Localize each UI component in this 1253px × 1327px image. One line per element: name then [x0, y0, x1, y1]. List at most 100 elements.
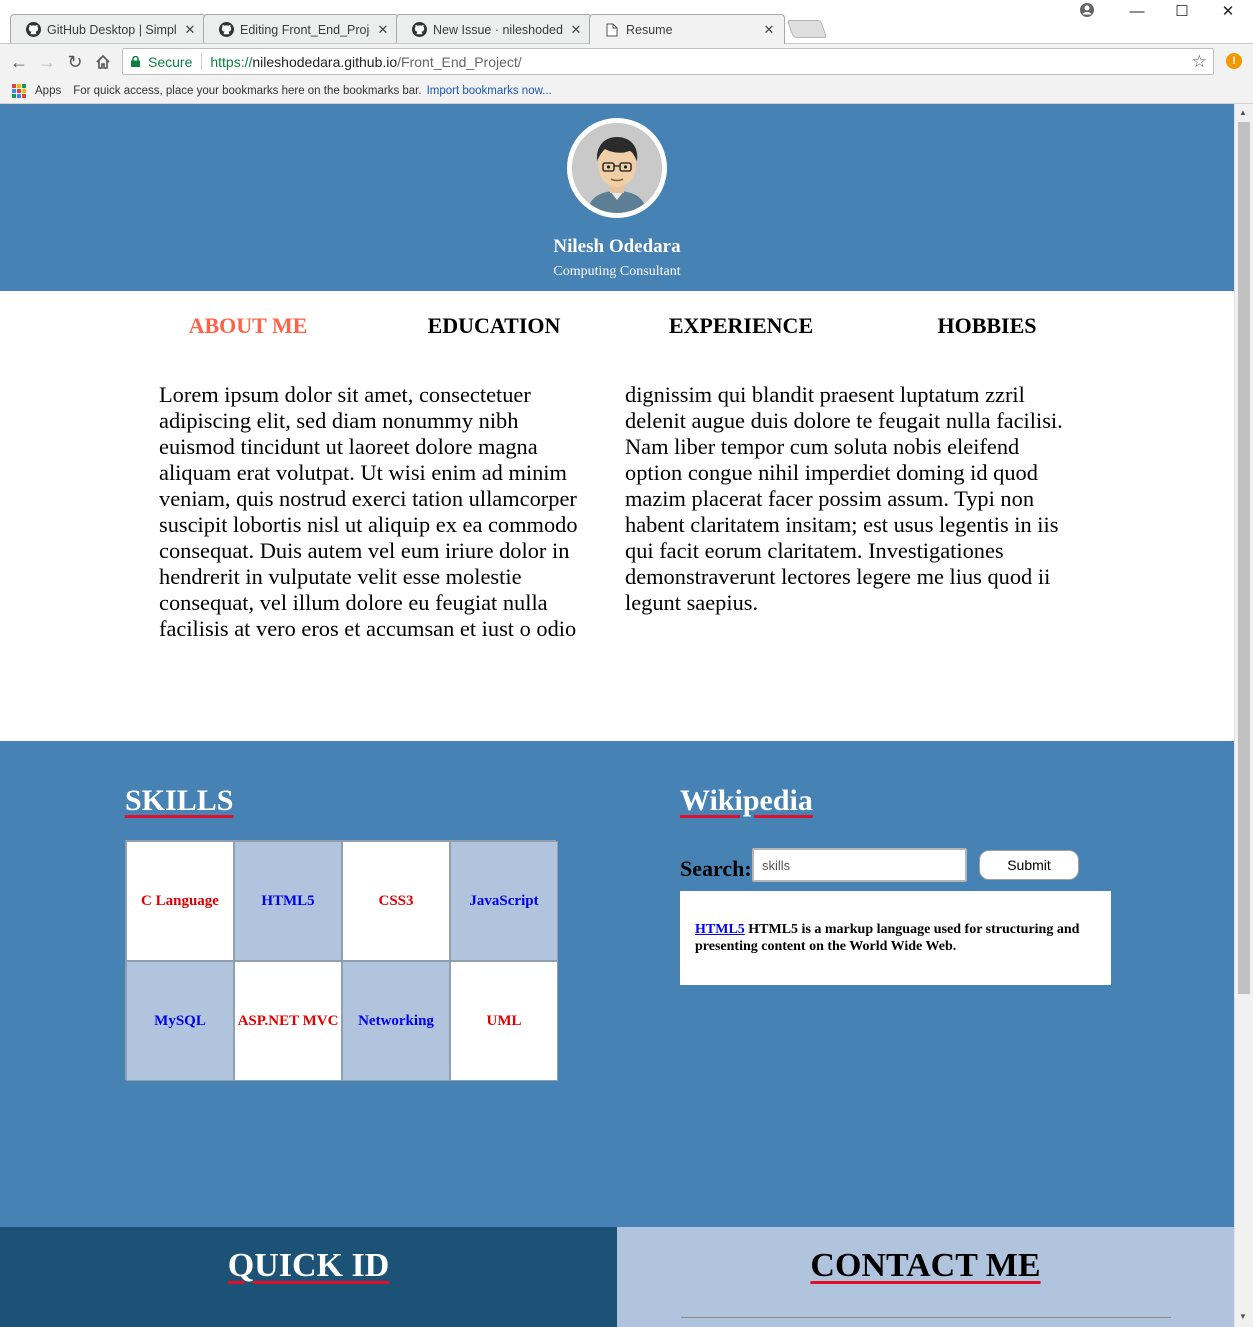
github-icon	[218, 22, 234, 38]
contact-section: CONTACT ME	[617, 1227, 1234, 1327]
skill-networking: Networking	[342, 961, 450, 1081]
contact-form-edge	[681, 1317, 1171, 1327]
profile-name: Nilesh Odedara	[553, 236, 681, 257]
minimize-icon[interactable]: —	[1114, 2, 1160, 22]
scroll-down-arrow-icon[interactable]: ▼	[1239, 1312, 1247, 1321]
github-icon	[411, 22, 427, 38]
skill-uml: UML	[450, 961, 558, 1081]
profile-header: Nilesh Odedara Computing Consultant	[0, 104, 1234, 291]
nav-about-me[interactable]: ABOUT ME	[148, 313, 348, 339]
about-line: Lorem ipsum dolor sit amet, consectetuer	[159, 382, 531, 407]
wikipedia-result-text: HTML5 is a markup language used for stru…	[695, 922, 1080, 954]
forward-arrow-icon[interactable]: →	[36, 51, 58, 73]
about-line: hendrerit in vulputate velit esse molest…	[159, 564, 522, 589]
nav-experience[interactable]: EXPERIENCE	[641, 313, 841, 339]
close-icon[interactable]: ✕	[376, 22, 390, 38]
search-label: Search:	[680, 856, 752, 881]
browser-tab-github-desktop[interactable]: GitHub Desktop | Simple ✕	[10, 14, 206, 44]
import-bookmarks-link[interactable]: Import bookmarks now...	[427, 85, 552, 97]
wikipedia-result: HTML5 HTML5 is a markup language used fo…	[680, 891, 1111, 985]
maximize-icon[interactable]: ☐	[1159, 2, 1205, 22]
about-line: consequat, vel illum dolore eu feugiat n…	[159, 590, 548, 615]
about-line: delenit augue duis dolore te feugait nul…	[625, 408, 1063, 433]
skill-javascript: JavaScript	[450, 841, 558, 961]
about-line: Nam liber tempor cum soluta nobis eleife…	[625, 434, 1020, 459]
skill-c-language: C Language	[126, 841, 234, 961]
skills-grid: C Language HTML5 CSS3 JavaScript MySQL A…	[125, 840, 558, 1081]
home-icon[interactable]	[92, 51, 114, 73]
back-arrow-icon[interactable]: ←	[8, 51, 30, 73]
address-bar[interactable]: Secure https://nileshodedara.github.io/F…	[122, 48, 1214, 75]
resume-page: Nilesh Odedara Computing Consultant ABOU…	[0, 104, 1234, 1327]
close-window-icon[interactable]: ✕	[1205, 2, 1251, 22]
avatar-cartoon-icon	[572, 123, 662, 213]
url-scheme: https://	[210, 53, 253, 70]
avatar	[567, 118, 667, 218]
update-alert-icon[interactable]: !	[1226, 53, 1242, 69]
reload-icon[interactable]: ↻	[64, 51, 86, 73]
browser-tab-resume[interactable]: Resume ✕	[589, 14, 785, 44]
bookmarks-bar: Apps For quick access, place your bookma…	[0, 78, 1253, 104]
bookmark-star-icon[interactable]: ☆	[1192, 52, 1207, 72]
scrollbar-thumb[interactable]	[1238, 122, 1250, 994]
url-host: nileshodedara.github.io	[252, 53, 398, 70]
tab-title: Editing Front_End_Projec	[240, 22, 370, 37]
close-icon[interactable]: ✕	[762, 22, 776, 38]
github-icon	[25, 22, 41, 38]
about-line: option congue nihil imperdiet doming id …	[625, 460, 1038, 485]
skill-html5: HTML5	[234, 841, 342, 961]
about-line: legunt saepius.	[625, 590, 759, 615]
secure-label: Secure	[148, 53, 193, 70]
page-icon	[604, 22, 620, 38]
skill-aspnet-mvc: ASP.NET MVC	[234, 961, 342, 1081]
nav-hobbies[interactable]: HOBBIES	[887, 313, 1087, 339]
url-text[interactable]: https://nileshodedara.github.io/Front_En…	[202, 54, 521, 70]
apps-link[interactable]: Apps	[35, 85, 61, 97]
wikipedia-title: Wikipedia	[680, 784, 813, 817]
about-line: qui facit eorum claritatem. Investigatio…	[625, 538, 1004, 563]
wikipedia-result-link[interactable]: HTML5	[695, 922, 745, 937]
about-line: suscipit lobortis nisl ut aliquip ex ea …	[159, 512, 578, 537]
profile-icon[interactable]	[1064, 2, 1110, 22]
about-line: aliquam erat volutpat. Ut wisi enim ad m…	[159, 460, 567, 485]
new-tab-button[interactable]	[786, 20, 828, 38]
apps-grid-icon[interactable]	[12, 83, 26, 98]
close-icon[interactable]: ✕	[569, 22, 583, 38]
about-column-right: dignissim qui blandit praesent luptatum …	[625, 382, 1075, 616]
about-line: mazim placerat facer possim assum. Typi …	[625, 486, 1035, 511]
contact-title: CONTACT ME	[810, 1247, 1041, 1284]
close-icon[interactable]: ✕	[183, 22, 197, 38]
about-line: veniam, quis nostrud exerci tation ullam…	[159, 486, 577, 511]
quick-id-section: QUICK ID	[0, 1227, 617, 1327]
about-line: facilisis at vero eros et accumsan et iu…	[159, 616, 577, 641]
browser-titlebar: GitHub Desktop | Simple ✕ Editing Front_…	[0, 0, 1253, 44]
browser-toolbar: ← → ↻ Secure https://nileshodedara.githu…	[0, 43, 1253, 78]
about-line: habent claritatem insitam; est usus lege…	[625, 512, 1059, 537]
profile-role: Computing Consultant	[553, 264, 681, 279]
scroll-up-arrow-icon[interactable]: ▲	[1239, 108, 1247, 117]
lock-icon	[131, 56, 140, 67]
page-scrollbar[interactable]: ▲ ▼	[1234, 104, 1253, 1327]
secure-indicator[interactable]: Secure	[123, 53, 203, 70]
tab-title: Resume	[626, 22, 673, 37]
url-path: /Front_End_Project/	[397, 53, 522, 70]
skills-section: SKILLS C Language HTML5 CSS3 JavaScript …	[0, 741, 1234, 1227]
quick-id-title: QUICK ID	[227, 1247, 390, 1284]
nav-education[interactable]: EDUCATION	[394, 313, 594, 339]
about-line: adipiscing elit, sed diam nonummy nibh	[159, 408, 519, 433]
about-column-left: Lorem ipsum dolor sit amet, consectetuer…	[159, 382, 589, 642]
tab-title: GitHub Desktop | Simple	[47, 22, 177, 37]
browser-tab-new-issue[interactable]: New Issue · nileshodedar ✕	[396, 14, 592, 44]
submit-button[interactable]: Submit	[979, 850, 1079, 880]
bookmarks-hint: For quick access, place your bookmarks h…	[73, 84, 422, 97]
browser-tab-editing[interactable]: Editing Front_End_Projec ✕	[203, 14, 399, 44]
skills-title: SKILLS	[125, 784, 234, 817]
skill-css3: CSS3	[342, 841, 450, 961]
skill-mysql: MySQL	[126, 961, 234, 1081]
about-line: euismod tincidunt ut laoreet dolore magn…	[159, 434, 538, 459]
about-line: dignissim qui blandit praesent luptatum …	[625, 382, 1025, 407]
tab-title: New Issue · nileshodedar	[433, 22, 563, 37]
about-line: consequat. Duis autem vel eum iriure dol…	[159, 538, 570, 563]
wikipedia-search-input[interactable]	[752, 848, 967, 882]
about-line: demonstraverunt lectores legere me lius …	[625, 564, 1051, 589]
